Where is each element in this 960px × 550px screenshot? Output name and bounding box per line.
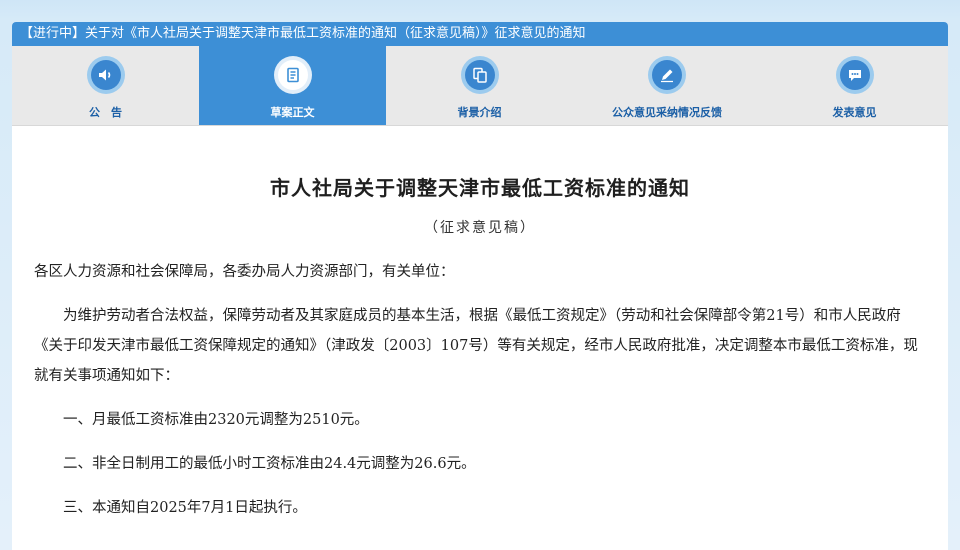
- list-item: 一、月最低工资标准由2320元调整为2510元。: [63, 412, 369, 428]
- salutation: 各区人力资源和社会保障局，各委办局人力资源部门，有关单位：: [34, 264, 455, 280]
- tab-comment[interactable]: 发表意见: [761, 46, 948, 125]
- tab-label: 公众意见采纳情况反馈: [612, 106, 722, 119]
- list-item: 二、非全日制用工的最低小时工资标准由24.4元调整为26.6元。: [63, 456, 476, 472]
- document-subtitle: （征求意见稿）: [424, 220, 536, 236]
- tab-draft-text[interactable]: 草案正文: [199, 46, 386, 125]
- chat-bubble-icon: [835, 56, 874, 94]
- notice-title: 【进行中】关于对《市人社局关于调整天津市最低工资标准的通知（征求意见稿）》征求意…: [20, 26, 586, 41]
- speaker-icon: [86, 56, 125, 94]
- tab-label: 发表意见: [832, 106, 877, 119]
- copy-icon: [460, 56, 499, 94]
- intro-paragraph: 为维护劳动者合法权益，保障劳动者及其家庭成员的基本生活，根据《最低工资规定》（劳…: [34, 308, 918, 384]
- document-title: 市人社局关于调整天津市最低工资标准的通知: [270, 176, 690, 200]
- document-icon: [273, 56, 312, 94]
- tab-bar: 公 告 草案正文 背景介绍 公众意见采纳情况反馈 发表意见: [12, 46, 948, 126]
- tab-feedback[interactable]: 公众意见采纳情况反馈: [573, 46, 761, 125]
- list-item: 三、本通知自2025年7月1日起执行。: [63, 500, 307, 516]
- pen-icon: [648, 56, 686, 94]
- notice-title-bar: 【进行中】关于对《市人社局关于调整天津市最低工资标准的通知（征求意见稿）》征求意…: [12, 22, 948, 46]
- main-panel: 【进行中】关于对《市人社局关于调整天津市最低工资标准的通知（征求意见稿）》征求意…: [12, 22, 948, 550]
- tab-background[interactable]: 背景介绍: [386, 46, 573, 125]
- document-body: 市人社局关于调整天津市最低工资标准的通知 （征求意见稿） 各区人力资源和社会保障…: [12, 172, 948, 523]
- tab-label: 草案正文: [270, 106, 315, 119]
- tab-label: 公 告: [89, 106, 122, 119]
- tab-label: 背景介绍: [457, 106, 502, 119]
- tab-announcement[interactable]: 公 告: [12, 46, 199, 125]
